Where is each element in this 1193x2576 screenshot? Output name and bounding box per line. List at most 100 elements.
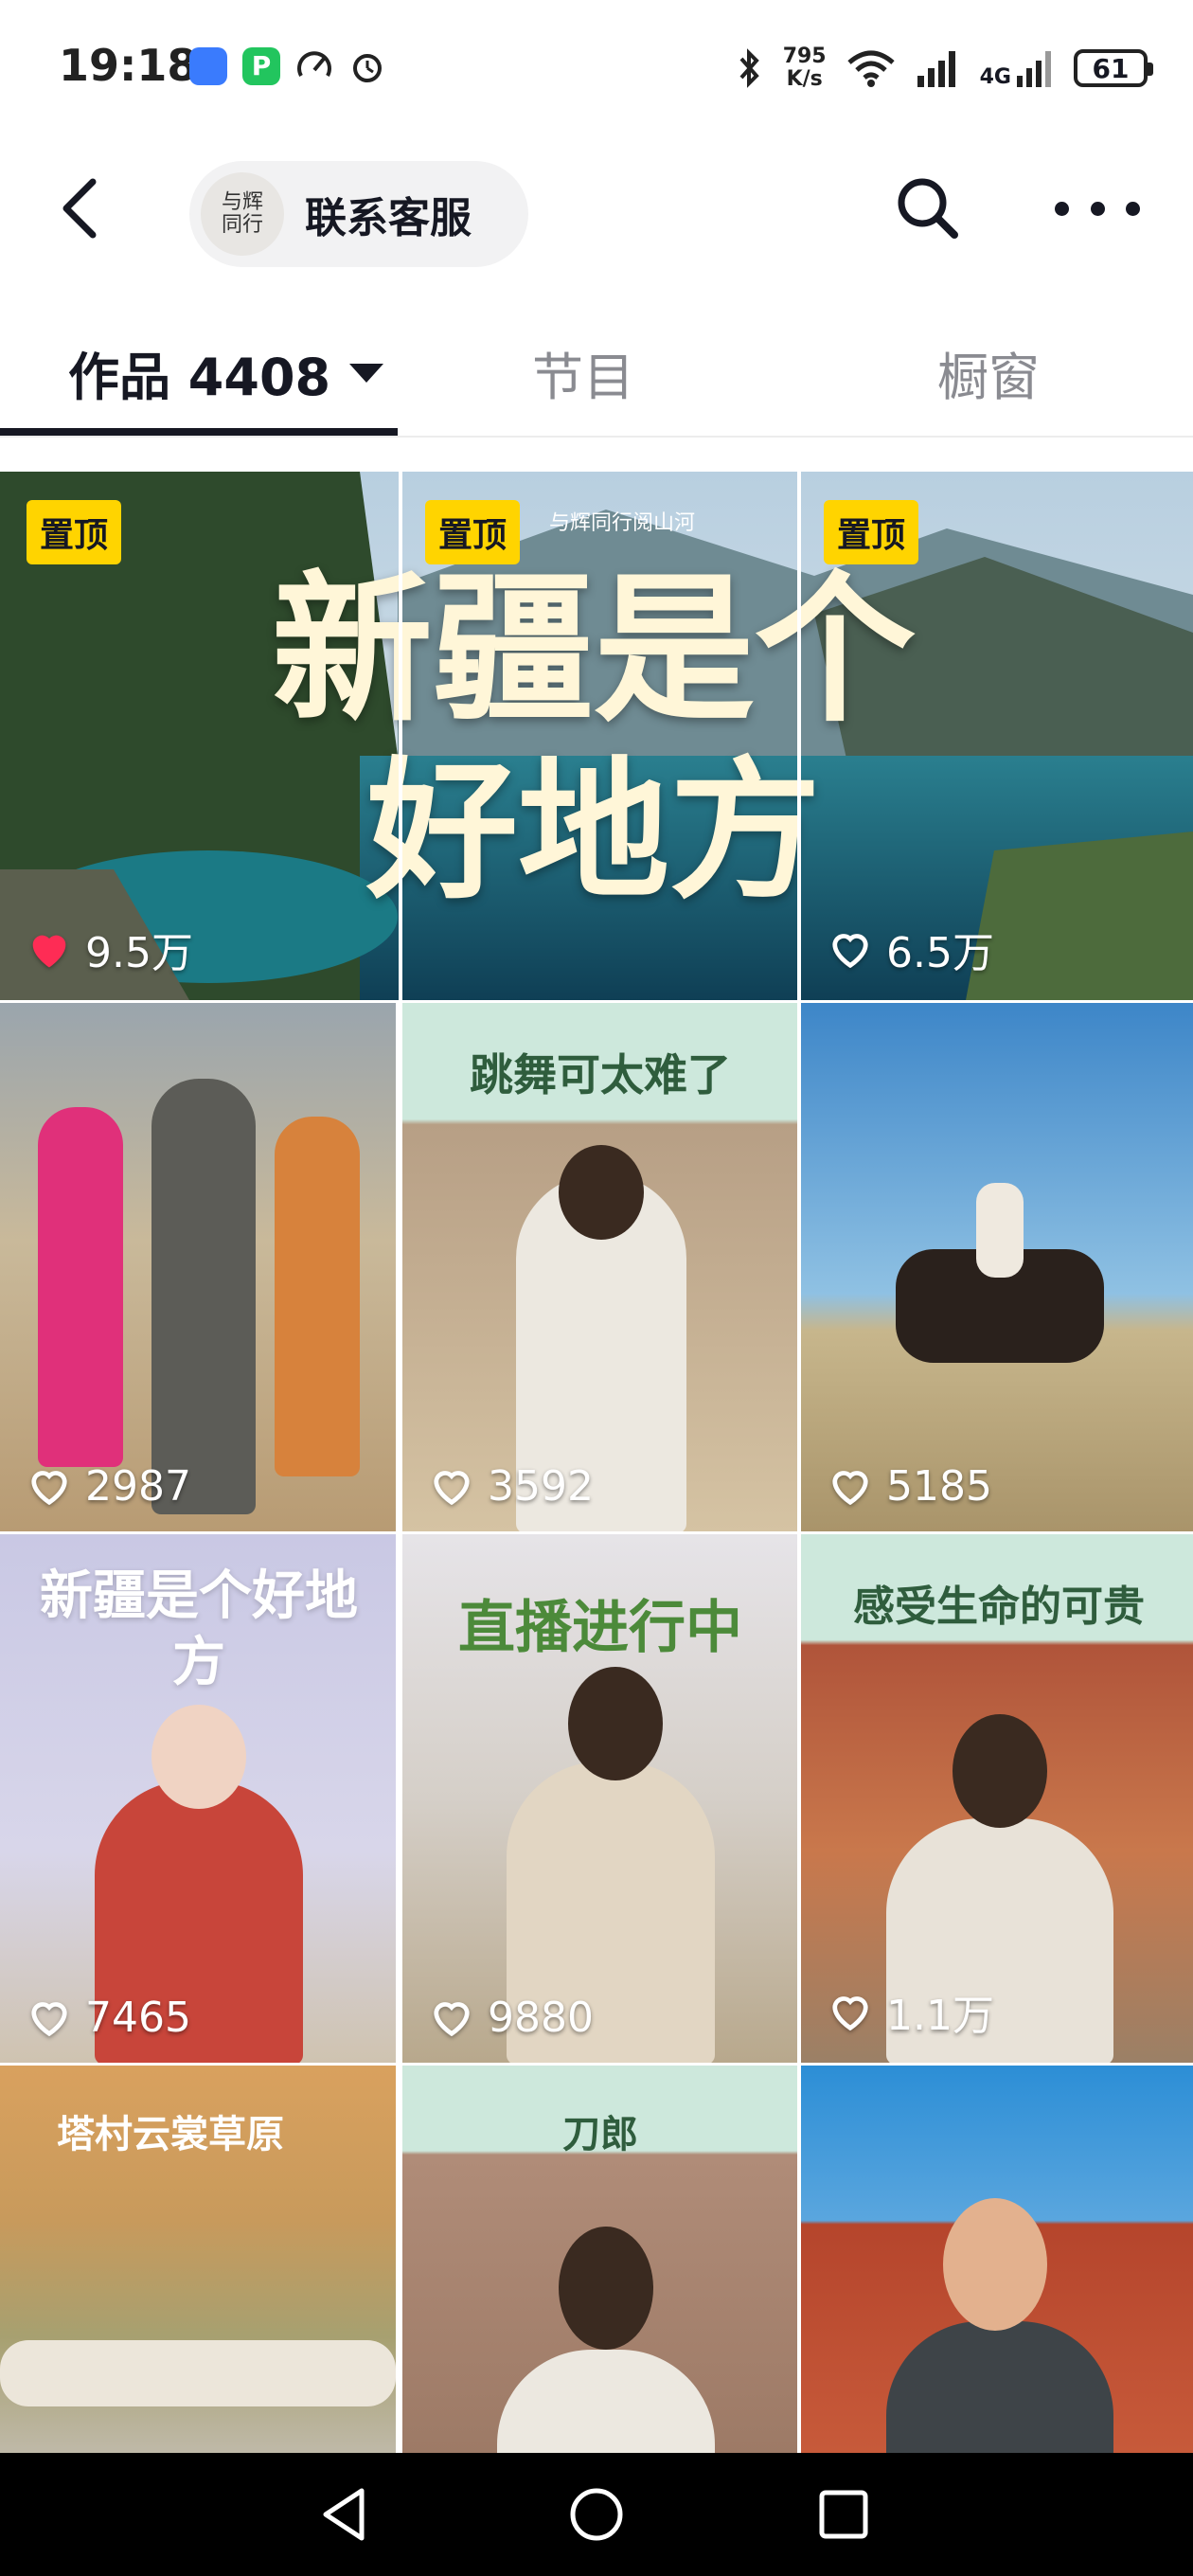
dot [1090,201,1105,216]
pinned-badge: 置顶 [425,500,521,564]
video-thumbnail-5[interactable]: 跳舞可太难了 3592 [399,1003,798,1531]
works-grid: 新疆是个 好地方 与辉同行阅山河 置顶 9.5万 置顶 置顶 6.5万 2987… [0,472,1193,2453]
thumbnail-title: 塔村云裳草原 [57,2113,284,2156]
rider-figure [976,1183,1024,1278]
thumbnail-title: 刀郎 [562,2113,638,2156]
thumbnail-title: 跳舞可太难了 [470,1049,731,1100]
like-count-value: 9.5万 [85,929,193,977]
tab-showcase[interactable]: 橱窗 [937,335,1040,410]
pinned-badge: 置顶 [27,500,122,564]
host-figure [151,1079,256,1514]
like-count: 9.5万 [25,919,193,979]
contact-service-button[interactable]: 与辉同行 联系客服 [189,161,528,267]
heart-outline-icon [832,1471,868,1506]
dropdown-caret-icon [349,363,384,383]
like-count-value: 7465 [85,1993,191,2042]
clock-app-icon [189,47,227,85]
pinned-badge: 置顶 [824,500,919,564]
host-figure [886,2321,1113,2453]
net-speed-value: 795 [782,45,827,68]
like-count-value: 2987 [85,1461,191,1511]
like-count: 3592 [427,1461,594,1511]
nav-back-icon[interactable] [312,2481,379,2548]
host-figure [497,2350,715,2453]
alarm-icon [353,54,382,82]
contact-service-label: 联系客服 [305,194,472,242]
heart-filled-icon [32,935,66,968]
like-count-value: 3592 [488,1461,594,1511]
video-thumbnail-10[interactable]: 塔村云裳草原 [0,2066,396,2453]
video-thumbnail-2[interactable]: 置顶 [399,472,798,1000]
account-logo-text: 与辉同行 [221,190,263,237]
back-arrow-icon[interactable] [45,170,121,246]
like-count: 9880 [427,1993,594,2042]
like-count-value: 6.5万 [886,929,994,977]
thumbnail-title: 感受生命的可贵 [853,1583,1145,1631]
signal-icon [917,51,955,87]
nav-home-icon[interactable] [563,2481,630,2548]
parking-app-icon: P [242,47,280,85]
network-type: 4G [979,65,1011,89]
tab-works[interactable]: 作品 4408 [68,335,384,410]
video-thumbnail-7[interactable]: 新疆是个好地方 7465 [0,1534,396,2063]
video-thumbnail-8[interactable]: 直播进行中 9880 [399,1534,798,2063]
dancer-head [151,1705,246,1809]
video-thumbnail-4[interactable]: 2987 [0,1003,396,1531]
video-thumbnail-9[interactable]: 感受生命的可贵 1.1万 [797,1534,1193,2063]
dot [1055,201,1069,216]
like-count: 7465 [25,1993,191,2042]
thumbnail-title: 新疆是个好地方 [40,1565,358,1693]
status-right-group: 795 K/s 4G 61 [736,42,1153,95]
sheep-flock [0,2340,396,2406]
like-count: 2987 [25,1461,191,1511]
heart-outline-icon [31,2002,67,2037]
search-icon[interactable] [890,170,966,246]
like-count-value: 1.1万 [886,1992,994,2040]
more-options-icon[interactable] [1055,170,1140,246]
speed-icon [297,51,331,77]
like-count: 5185 [826,1461,992,1511]
like-count: 1.1万 [826,1981,994,2042]
wifi-icon [846,50,895,87]
thumbnail-title: 直播进行中 [458,1595,742,1661]
battery-level: 61 [1092,52,1130,84]
tab-works-label: 作品 4408 [68,348,331,407]
heart-outline-icon [434,1471,470,1506]
host-head [559,1145,644,1240]
host-head [953,1714,1047,1828]
like-count: 6.5万 [826,919,994,979]
like-count-value: 5185 [886,1461,992,1511]
like-count-value: 9880 [488,1993,594,2042]
video-thumbnail-3[interactable]: 置顶 6.5万 [797,472,1193,1000]
video-thumbnail-11[interactable]: 刀郎 [399,2066,798,2453]
net-speed: 795 K/s [783,45,827,91]
signal-4g-icon [1017,51,1051,87]
video-thumbnail-12[interactable] [797,2066,1193,2453]
host-head [568,1667,663,1780]
dancer-figure [38,1107,123,1467]
nav-recents-icon[interactable] [810,2481,877,2548]
tab-showcase-label: 橱窗 [937,348,1040,407]
account-logo: 与辉同行 [201,172,284,256]
host-head [559,2227,653,2350]
profile-header: 与辉同行 联系客服 [0,133,1193,294]
status-bar: 19:18 P 795 K/s 4G 61 [0,0,1193,133]
net-speed-unit: K/s [786,67,823,91]
content-tabs: 作品 4408 节目 橱窗 [0,294,1193,438]
heart-outline-icon [832,1996,868,2031]
active-tab-indicator [0,428,398,436]
tab-programs-label: 节目 [532,348,634,407]
bluetooth-icon [739,48,759,88]
video-thumbnail-1[interactable]: 置顶 9.5万 [0,472,396,1000]
dot [1126,201,1140,216]
host-head [943,2198,1047,2331]
dancer-figure [275,1117,360,1476]
heart-outline-icon [832,934,868,969]
system-navigation-bar [0,2453,1193,2576]
heart-outline-icon [434,2002,470,2037]
battery-indicator: 61 [1074,49,1153,87]
video-thumbnail-6[interactable]: 5185 [797,1003,1193,1531]
status-time: 19:18 [59,40,198,91]
cellular-4g: 4G [980,47,1055,89]
tab-programs[interactable]: 节目 [532,335,634,410]
